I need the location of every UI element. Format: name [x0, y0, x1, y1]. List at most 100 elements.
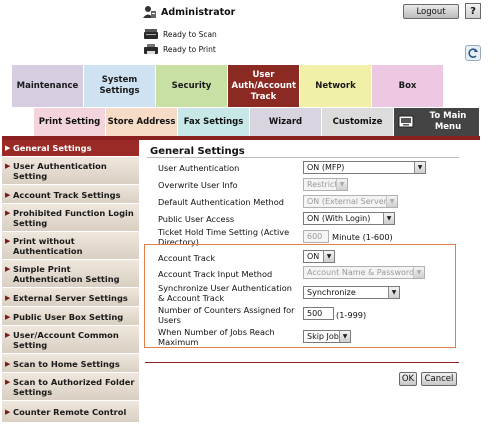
sidebar-item-print-without-authentication[interactable]: ▶ Print without Authentication [2, 232, 139, 260]
tab-label: System Settings [99, 75, 140, 96]
sidebar-item-external-server-settings[interactable]: ▶ External Server Settings [2, 288, 139, 307]
user-indicator: Administrator [143, 5, 235, 19]
tab-system-settings[interactable]: System Settings [84, 65, 156, 107]
overwrite-user-info-select[interactable]: Restrict ▼ [303, 178, 348, 191]
synchronize-select[interactable]: Synchronize ▼ [303, 286, 400, 299]
subtab-label: Wizard [268, 116, 303, 127]
arrow-icon: ▶ [5, 191, 11, 199]
sidebar-item-counter-remote-control[interactable]: ▶ Counter Remote Control [2, 401, 139, 423]
scan-status-text: Ready to Scan [163, 29, 217, 39]
select-value: Synchronize [307, 288, 356, 297]
sidebar-item-scan-to-authorized-folder-settings[interactable]: ▶ Scan to Authorized Folder Settings [2, 373, 139, 401]
subtab-customize[interactable]: Customize [322, 108, 394, 136]
help-button[interactable]: ? [465, 3, 481, 19]
subtab-label: Fax Settings [183, 116, 244, 127]
print-status: Ready to Print [143, 43, 216, 55]
sidebar-item-user-account-common-setting[interactable]: ▶ User/Account Common Setting [2, 326, 139, 354]
public-user-access-select[interactable]: ON (With Login) ▼ [303, 212, 395, 225]
tab-label: Box [398, 80, 417, 91]
sidebar-item-simple-print-authentication-setting[interactable]: ▶ Simple Print Authentication Setting [2, 260, 139, 288]
administrator-icon [143, 6, 156, 18]
user-authentication-select[interactable]: ON (MFP) ▼ [303, 161, 426, 174]
select-value: ON [307, 252, 320, 261]
refresh-button[interactable] [465, 45, 481, 61]
label-account-track: Account Track [158, 253, 216, 263]
subtab-label: Store Address [107, 116, 176, 127]
tab-label: User Auth/Account Track [231, 69, 297, 102]
scan-status: Ready to Scan [143, 28, 217, 40]
print-status-text: Ready to Print [163, 44, 216, 54]
label-user-authentication: User Authentication [158, 163, 240, 173]
tab-network[interactable]: Network [300, 65, 372, 107]
arrow-icon: ▶ [5, 408, 11, 416]
arrow-icon: ▶ [5, 294, 11, 302]
tab-box[interactable]: Box [372, 65, 444, 107]
chevron-down-icon: ▼ [336, 179, 347, 190]
tab-label: Network [315, 80, 356, 91]
arrow-icon: ▶ [5, 360, 11, 368]
form-divider [145, 362, 459, 363]
arrow-icon: ▶ [5, 162, 11, 170]
sidebar-item-label: External Server Settings [13, 293, 128, 303]
subtab-print-setting[interactable]: Print Setting [34, 108, 106, 136]
arrow-icon: ▶ [5, 144, 11, 152]
label-default-authentication-method: Default Authentication Method [158, 197, 284, 207]
tab-security[interactable]: Security [156, 65, 228, 107]
ticket-hold-time-input[interactable]: 600 [303, 230, 329, 243]
subtab-wizard[interactable]: Wizard [250, 108, 322, 136]
tab-maintenance[interactable]: Maintenance [12, 65, 84, 107]
sidebar-item-label: Counter Remote Control [13, 407, 127, 417]
arrow-icon: ▶ [5, 265, 11, 273]
chevron-down-icon: ▼ [339, 331, 350, 342]
sidebar-item-public-user-box-setting[interactable]: ▶ Public User Box Setting [2, 307, 139, 326]
sidebar-item-label: Scan to Authorized Folder Settings [13, 377, 135, 397]
sidebar-item-label: Public User Box Setting [13, 312, 124, 322]
sidebar-item-label: User Authentication Setting [13, 161, 107, 181]
sidebar: ▶ General Settings ▶ User Authentication S… [2, 140, 139, 423]
number-of-counters-input[interactable]: 500 [303, 307, 334, 320]
account-track-select[interactable]: ON ▼ [303, 250, 335, 263]
ok-button[interactable]: OK [399, 372, 417, 386]
printer-icon [144, 44, 158, 54]
jobs-maximum-select[interactable]: Skip Job ▼ [303, 330, 351, 343]
chevron-down-icon: ▼ [323, 251, 334, 262]
sidebar-item-general-settings[interactable]: ▶ General Settings [2, 140, 139, 157]
select-value: ON (MFP) [307, 163, 345, 172]
chevron-down-icon: ▼ [388, 287, 399, 298]
label-number-of-counters: Number of Counters Assigned for Users [158, 305, 295, 325]
tab-user-auth-account-track[interactable]: User Auth/Account Track [228, 65, 300, 107]
subtab-label: Print Setting [38, 116, 101, 127]
sidebar-item-prohibited-function-login-setting[interactable]: ▶ Prohibited Function Login Setting [2, 204, 139, 232]
subtab-store-address[interactable]: Store Address [106, 108, 178, 136]
account-track-input-method-select[interactable]: Account Name & Password ▼ [303, 266, 425, 279]
label-account-track-input-method: Account Track Input Method [158, 269, 273, 279]
subtab-fax-settings[interactable]: Fax Settings [178, 108, 250, 136]
subtab-label: Customize [332, 116, 383, 127]
logout-button[interactable]: Logout [403, 4, 459, 19]
main-menu-icon [398, 115, 414, 128]
sidebar-item-label: Scan to Home Settings [13, 359, 120, 369]
arrow-icon: ▶ [5, 331, 11, 339]
tab-label: Security [171, 80, 212, 91]
ticket-hold-time-range: Minute (1-600) [332, 232, 393, 242]
default-authentication-method-select[interactable]: ON (External Server) ▼ [303, 195, 398, 208]
user-name: Administrator [161, 6, 236, 18]
number-of-counters-range: (1-999) [336, 310, 367, 320]
chevron-down-icon: ▼ [413, 267, 424, 278]
to-main-menu-button[interactable]: To Main Menu [394, 108, 480, 136]
input-value: 500 [307, 309, 323, 318]
arrow-icon: ▶ [5, 378, 11, 386]
label-synchronize-user-authentication: Synchronize User Authentication & Accoun… [158, 283, 292, 303]
label-overwrite-user-info: Overwrite User Info [158, 180, 238, 190]
select-value: ON (External Server) [307, 197, 391, 206]
sidebar-item-user-authentication-setting[interactable]: ▶ User Authentication Setting [2, 157, 139, 185]
sidebar-item-scan-to-home-settings[interactable]: ▶ Scan to Home Settings [2, 354, 139, 373]
cancel-button[interactable]: Cancel [421, 372, 457, 386]
sidebar-item-account-track-settings[interactable]: ▶ Account Track Settings [2, 185, 139, 204]
tab-label: Maintenance [16, 80, 79, 91]
select-value: Restrict [307, 180, 338, 189]
refresh-icon [468, 48, 478, 58]
label-when-number-of-jobs-reach-maximum: When Number of Jobs Reach Maximum [158, 327, 275, 347]
title-divider [147, 157, 459, 158]
select-value: Skip Job [307, 332, 339, 341]
